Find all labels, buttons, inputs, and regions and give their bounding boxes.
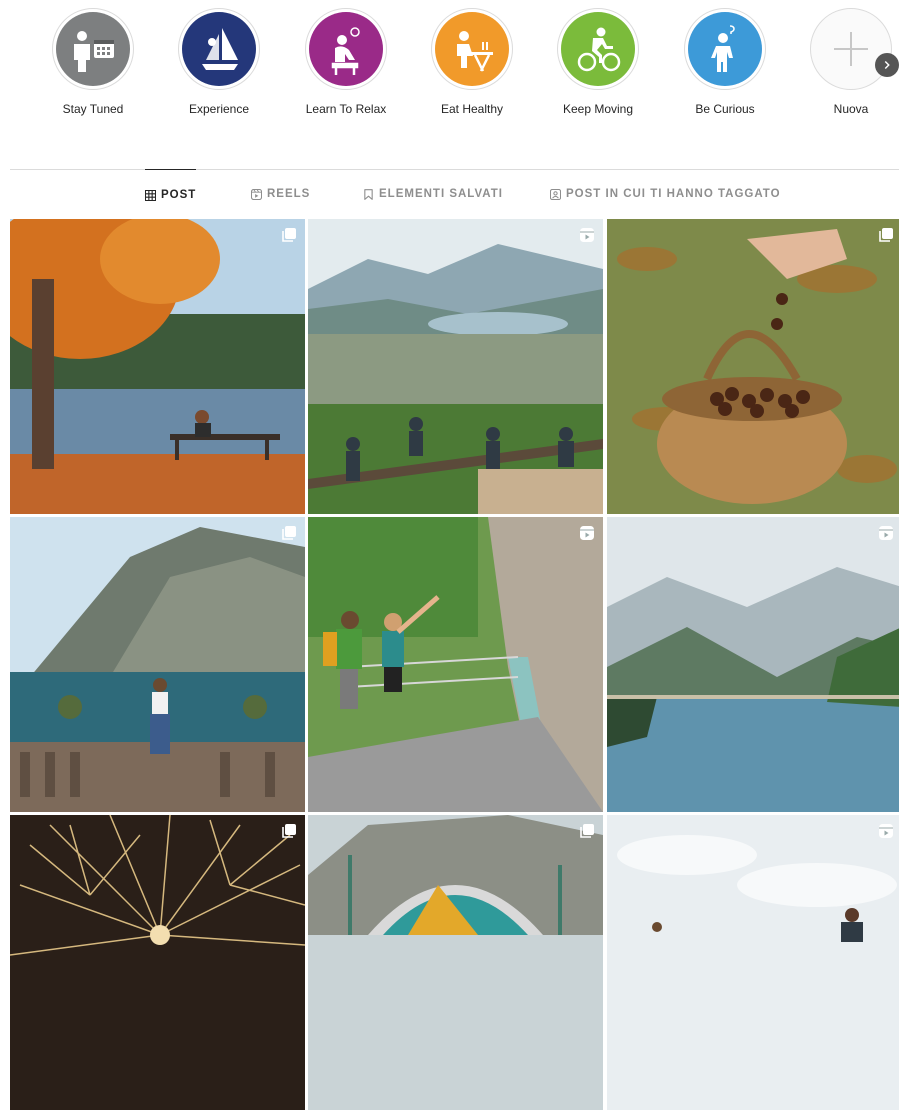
post-tile[interactable] — [607, 815, 899, 1110]
highlight-label: Learn To Relax — [305, 102, 387, 116]
tab-reels[interactable]: REELS — [251, 169, 310, 219]
highlight-label: Keep Moving — [562, 102, 634, 116]
reel-badge — [878, 823, 894, 839]
reels-icon — [879, 526, 893, 540]
post-image — [308, 815, 603, 1110]
post-tile[interactable] — [10, 815, 305, 1110]
carousel-icon — [580, 824, 594, 838]
post-tile[interactable] — [10, 219, 305, 514]
highlight-cover — [561, 12, 635, 86]
highlights-next-button[interactable] — [875, 53, 899, 77]
relax-icon — [309, 12, 383, 86]
dining-icon — [435, 12, 509, 86]
highlight-ring — [557, 8, 639, 90]
post-image — [10, 517, 305, 812]
post-grid — [10, 219, 899, 1110]
highlight-experience[interactable]: Experience — [164, 8, 274, 116]
post-tile[interactable] — [607, 517, 899, 812]
tab-label: REELS — [267, 188, 311, 200]
highlight-keep-moving[interactable]: Keep Moving — [543, 8, 653, 116]
sailing-icon — [182, 12, 256, 86]
highlight-eat-healthy[interactable]: Eat Healthy — [417, 8, 527, 116]
highlight-cover — [435, 12, 509, 86]
bookmark-icon — [364, 188, 373, 200]
highlight-stay-tuned[interactable]: Stay Tuned — [38, 8, 148, 116]
post-tile[interactable] — [308, 815, 603, 1110]
highlight-label: Experience — [188, 102, 250, 116]
carousel-icon — [282, 228, 296, 242]
carousel-icon — [282, 824, 296, 838]
story-highlights: Stay Tuned Experience Learn To Relax Eat… — [0, 0, 899, 140]
highlight-ring — [52, 8, 134, 90]
highlight-label: Eat Healthy — [440, 102, 504, 116]
tab-label: POST — [161, 189, 197, 201]
highlight-label: Stay Tuned — [62, 102, 124, 116]
carousel-badge — [281, 823, 297, 839]
plus-icon — [814, 12, 888, 86]
carousel-icon — [879, 228, 893, 242]
post-tile[interactable] — [607, 219, 899, 514]
grid-icon — [145, 189, 156, 201]
post-tile[interactable] — [308, 219, 603, 514]
post-tile[interactable] — [10, 517, 305, 812]
highlight-ring — [305, 8, 387, 90]
post-image — [10, 219, 305, 514]
post-image — [607, 815, 899, 1110]
highlight-cover — [688, 12, 762, 86]
tagged-icon — [550, 188, 561, 200]
highlight-label: Be Curious — [695, 102, 755, 116]
highlight-label: Nuova — [833, 102, 869, 116]
post-image — [607, 219, 899, 514]
highlight-be-curious[interactable]: Be Curious — [670, 8, 780, 116]
carousel-icon — [282, 526, 296, 540]
reels-icon — [879, 824, 893, 838]
reels-icon — [251, 188, 262, 200]
profile-tabs: POST REELS ELEMENTI SALVATI POST IN CUI … — [0, 169, 899, 219]
tab-tagged[interactable]: POST IN CUI TI HANNO TAGGATO — [550, 169, 781, 219]
post-image — [607, 517, 899, 812]
highlight-cover — [56, 12, 130, 86]
highlight-ring — [684, 8, 766, 90]
highlight-learn-to-relax[interactable]: Learn To Relax — [291, 8, 401, 116]
carousel-badge — [579, 823, 595, 839]
post-image — [308, 219, 603, 514]
highlight-cover — [182, 12, 256, 86]
reel-badge — [579, 525, 595, 541]
highlight-ring — [431, 8, 513, 90]
curious-icon — [688, 12, 762, 86]
post-image — [308, 517, 603, 812]
post-image — [10, 815, 305, 1110]
reels-icon — [580, 228, 594, 242]
tab-saved[interactable]: ELEMENTI SALVATI — [363, 169, 503, 219]
post-tile[interactable] — [308, 517, 603, 812]
highlight-ring — [810, 8, 892, 90]
carousel-badge — [878, 227, 894, 243]
reel-badge — [579, 227, 595, 243]
reel-badge — [878, 525, 894, 541]
tab-post[interactable]: POST — [145, 169, 197, 220]
tab-label: POST IN CUI TI HANNO TAGGATO — [566, 188, 781, 200]
highlight-cover — [814, 12, 888, 86]
highlight-cover — [309, 12, 383, 86]
chevron-right-icon — [884, 60, 890, 70]
carousel-badge — [281, 227, 297, 243]
person-calendar-icon — [56, 12, 130, 86]
tab-label: ELEMENTI SALVATI — [379, 188, 503, 200]
reels-icon — [580, 526, 594, 540]
highlight-ring — [178, 8, 260, 90]
cyclist-icon — [561, 12, 635, 86]
carousel-badge — [281, 525, 297, 541]
